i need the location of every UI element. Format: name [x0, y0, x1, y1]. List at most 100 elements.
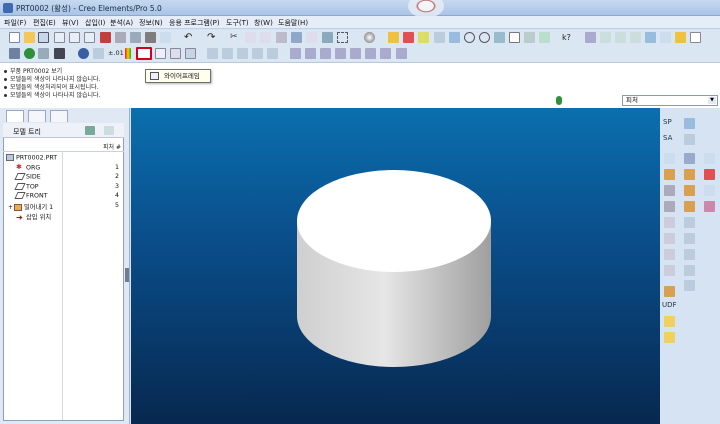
- tree-item-insert-here[interactable]: ➜ 삽입 위치: [16, 212, 51, 221]
- menu-help[interactable]: 도움말(H): [278, 18, 308, 28]
- tool-icon[interactable]: [684, 153, 695, 164]
- tool-icon[interactable]: [704, 169, 715, 180]
- udf-button[interactable]: UDF: [662, 301, 677, 309]
- shading-icon[interactable]: [185, 48, 196, 59]
- copy-icon[interactable]: [245, 32, 256, 43]
- tool-icon[interactable]: [664, 332, 675, 343]
- menu-window[interactable]: 창(W): [254, 18, 273, 28]
- tool-icon[interactable]: [684, 169, 695, 180]
- tool-icon[interactable]: [684, 280, 695, 291]
- tool-icon[interactable]: [615, 32, 626, 43]
- tool-icon[interactable]: [664, 217, 675, 228]
- tool-icon[interactable]: [664, 249, 675, 260]
- tree-item-front[interactable]: FRONT 4: [14, 192, 119, 201]
- show-icon[interactable]: [104, 126, 114, 135]
- tool-icon[interactable]: [320, 48, 331, 59]
- filter-select[interactable]: 피처 ▼: [622, 95, 718, 106]
- tool-icon[interactable]: [664, 316, 675, 327]
- tool-icon[interactable]: [130, 32, 141, 43]
- tool-icon[interactable]: [350, 48, 361, 59]
- chevron-down-icon[interactable]: ▼: [708, 97, 716, 104]
- tree-item-top[interactable]: TOP 3: [14, 183, 119, 192]
- tool-icon[interactable]: [675, 32, 686, 43]
- tool-icon[interactable]: [305, 48, 316, 59]
- tool-icon[interactable]: [660, 32, 671, 43]
- tool-icon[interactable]: [449, 32, 460, 43]
- wireframe-button[interactable]: [136, 47, 152, 60]
- sketch-axis-button[interactable]: SA: [663, 134, 672, 142]
- menu-file[interactable]: 파일(F): [4, 18, 26, 28]
- drw-icon[interactable]: [84, 32, 95, 43]
- tool-icon[interactable]: [664, 286, 675, 297]
- print-icon[interactable]: [145, 32, 156, 43]
- tool-icon[interactable]: [704, 201, 715, 212]
- tool-icon[interactable]: [664, 233, 675, 244]
- tool-icon[interactable]: [524, 32, 535, 43]
- tool-icon[interactable]: [115, 32, 126, 43]
- select-box-icon[interactable]: [337, 32, 348, 43]
- redo-icon[interactable]: ↷: [207, 32, 218, 43]
- menu-view[interactable]: 뷰(V): [62, 18, 79, 28]
- tool-icon[interactable]: [252, 48, 263, 59]
- tool-icon[interactable]: [684, 134, 695, 145]
- save-icon[interactable]: [38, 32, 49, 43]
- tool-icon[interactable]: [664, 201, 675, 212]
- tab-favorites[interactable]: [50, 110, 68, 122]
- tool-icon[interactable]: [322, 32, 333, 43]
- menu-tools[interactable]: 도구(T): [226, 18, 249, 28]
- tool-icon[interactable]: [684, 185, 695, 196]
- tool-icon[interactable]: [403, 32, 414, 43]
- tool-icon[interactable]: [684, 265, 695, 276]
- tool-icon[interactable]: [539, 32, 550, 43]
- tool-icon[interactable]: [276, 32, 287, 43]
- tool-icon[interactable]: [93, 48, 104, 59]
- zoom-in-icon[interactable]: [464, 32, 475, 43]
- tool-icon[interactable]: [690, 32, 701, 43]
- tree-item-org[interactable]: ✱ ORG 1: [16, 164, 119, 173]
- tool-icon[interactable]: [100, 32, 111, 43]
- panel-resize-handle[interactable]: [125, 268, 129, 282]
- tool-icon[interactable]: [78, 48, 89, 59]
- tool-icon[interactable]: [237, 48, 248, 59]
- paste-icon[interactable]: [260, 32, 271, 43]
- asm-icon[interactable]: [69, 32, 80, 43]
- menu-applications[interactable]: 응용 프로그램(P): [169, 18, 220, 28]
- tool-icon[interactable]: [306, 32, 317, 43]
- close-icon[interactable]: [396, 48, 407, 59]
- tool-icon[interactable]: [9, 48, 20, 59]
- tool-icon[interactable]: [222, 48, 233, 59]
- tree-item-extrude[interactable]: + 밀어내기 15: [8, 202, 119, 211]
- tool-icon[interactable]: [630, 32, 641, 43]
- tool-icon[interactable]: [704, 153, 715, 164]
- tool-icon[interactable]: [160, 32, 171, 43]
- color-icon[interactable]: [125, 48, 131, 59]
- tool-icon[interactable]: [207, 48, 218, 59]
- tool-icon[interactable]: [38, 48, 49, 59]
- new-icon[interactable]: [9, 32, 20, 43]
- zoom-out-icon[interactable]: [479, 32, 490, 43]
- sphere-icon[interactable]: [364, 32, 375, 43]
- sketch-plane-button[interactable]: SP: [663, 118, 672, 126]
- hidden-line-icon[interactable]: [155, 48, 166, 59]
- tool-icon[interactable]: [684, 249, 695, 260]
- tool-icon[interactable]: [645, 32, 656, 43]
- tool-icon[interactable]: [380, 48, 391, 59]
- tool-icon[interactable]: [418, 32, 429, 43]
- menu-edit[interactable]: 편집(E): [33, 18, 56, 28]
- tool-icon[interactable]: [684, 118, 695, 129]
- menu-info[interactable]: 정보(N): [139, 18, 163, 28]
- tool-icon[interactable]: [434, 32, 445, 43]
- open-icon[interactable]: [24, 32, 35, 43]
- tool-icon[interactable]: [684, 233, 695, 244]
- globe-icon[interactable]: [24, 48, 35, 59]
- point-icon[interactable]: [664, 153, 675, 164]
- tool-icon[interactable]: [494, 32, 505, 43]
- menu-insert[interactable]: 삽입(I): [85, 18, 105, 28]
- tool-icon[interactable]: [664, 169, 675, 180]
- settings-icon[interactable]: [85, 126, 95, 135]
- scale-label[interactable]: ±.01: [108, 49, 124, 57]
- tool-icon[interactable]: [664, 265, 675, 276]
- tool-icon[interactable]: [684, 201, 695, 212]
- no-hidden-icon[interactable]: [170, 48, 181, 59]
- tool-icon[interactable]: [365, 48, 376, 59]
